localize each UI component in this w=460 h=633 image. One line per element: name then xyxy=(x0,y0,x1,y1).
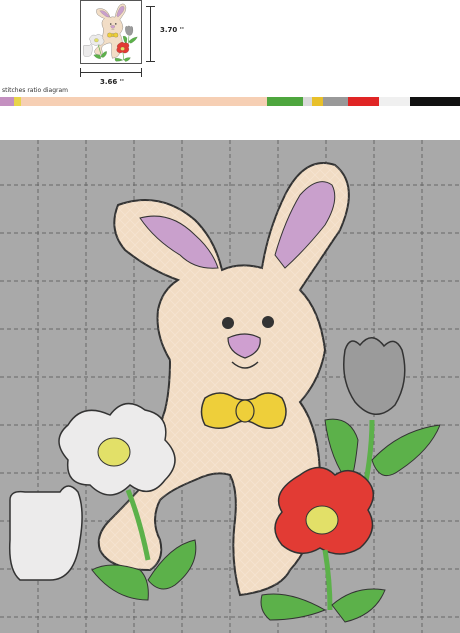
red-flower-stem xyxy=(122,52,124,61)
red-flower-leaf-left xyxy=(114,58,124,62)
ratio-segment xyxy=(378,97,410,106)
white-flower-leaf-left xyxy=(93,54,101,59)
eye-right xyxy=(262,316,274,328)
height-label: 3.70 '' xyxy=(160,26,184,34)
design-thumbnail xyxy=(80,0,142,64)
tulip xyxy=(343,337,406,415)
ratio-segment xyxy=(409,97,460,106)
tulip xyxy=(125,25,134,36)
white-blob-left xyxy=(8,485,83,581)
eye-left xyxy=(222,317,234,329)
embroidery-preview xyxy=(0,140,460,633)
ratio-diagram-label: stitches ratio diagram xyxy=(2,87,69,94)
ratio-segment xyxy=(266,97,304,106)
white-blob-left xyxy=(83,44,93,57)
height-dimension-line xyxy=(146,6,155,62)
white-flower-leaf-left xyxy=(91,564,149,601)
tulip-leaf-right xyxy=(371,424,441,477)
ratio-segment xyxy=(322,97,349,106)
bow-knot xyxy=(235,399,255,423)
red-flower-center xyxy=(120,46,125,51)
stitch-ratio-bar xyxy=(0,97,460,106)
eye-right xyxy=(115,23,117,25)
width-dimension-line xyxy=(80,68,142,77)
white-flower-center xyxy=(97,437,131,467)
red-flower-center xyxy=(305,505,339,535)
eye-left xyxy=(109,23,112,25)
red-flower-leaf-right xyxy=(123,57,131,62)
embroidery-canvas xyxy=(0,140,460,633)
red-flower-leaf-left xyxy=(260,593,327,621)
ratio-segment xyxy=(303,97,312,106)
red-flower-stem xyxy=(322,549,333,611)
tulip-leaf-right xyxy=(128,36,138,44)
ratio-segment xyxy=(20,97,267,106)
white-flower-center xyxy=(94,38,99,43)
bunny-design xyxy=(8,162,441,623)
width-label: 3.66 '' xyxy=(100,78,124,86)
thumbnail-bunny-image xyxy=(83,3,138,62)
ratio-segment xyxy=(311,97,323,106)
bow-knot xyxy=(111,33,115,37)
ratio-segment xyxy=(348,97,379,106)
ratio-segment xyxy=(13,97,21,106)
ratio-segment xyxy=(0,97,14,106)
